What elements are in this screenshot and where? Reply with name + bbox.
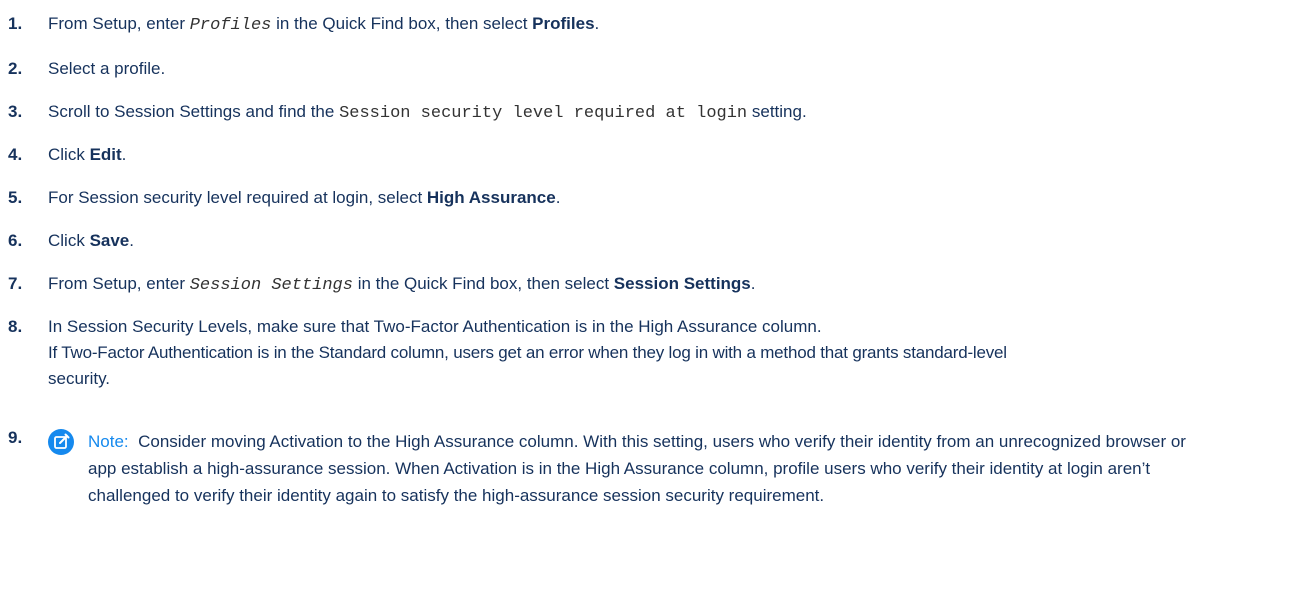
step-number: 5. xyxy=(8,188,23,207)
step-number: 1. xyxy=(8,14,23,33)
step-line: security. xyxy=(48,369,111,388)
note-body: Consider moving Activation to the High A… xyxy=(88,432,1186,505)
step-number: 4. xyxy=(8,145,23,164)
step-line: If Two-Factor Authentication is in the S… xyxy=(48,343,1007,362)
step-body: From Setup, enter Profiles in the Quick … xyxy=(48,14,600,35)
step-number: 3. xyxy=(8,102,23,121)
step-line: In Session Security Levels, make sure th… xyxy=(48,317,822,336)
step-number: 7. xyxy=(8,274,23,293)
step-number: 6. xyxy=(8,231,23,250)
ui-term: Save xyxy=(89,231,130,250)
step-body: From Setup, enter Session Settings in th… xyxy=(48,274,756,295)
ui-term: Edit xyxy=(89,145,122,164)
step-body: Click Edit. xyxy=(48,145,127,164)
code-term: Session security level required at login xyxy=(339,104,748,123)
step-body: In Session Security Levels, make sure th… xyxy=(48,314,1308,392)
step-body: Click Save. xyxy=(48,231,134,250)
ui-term: Profiles xyxy=(532,14,595,33)
step-body: Scroll to Session Settings and find the … xyxy=(48,102,807,123)
step-number: 8. xyxy=(8,317,23,336)
step-body: Select a profile. xyxy=(48,59,166,78)
code-term: Session Settings xyxy=(189,276,353,295)
note-label: Note: xyxy=(88,432,129,451)
ui-term: High Assurance xyxy=(426,188,556,207)
edit-note-icon xyxy=(48,429,74,455)
note-text: Note: Consider moving Activation to the … xyxy=(88,428,1198,509)
step-body: For Session security level required at l… xyxy=(48,188,561,207)
step-number: 2. xyxy=(8,59,23,78)
code-term: Profiles xyxy=(189,16,272,35)
ui-term: Session Settings xyxy=(613,274,751,293)
step-number: 9. xyxy=(8,428,23,447)
